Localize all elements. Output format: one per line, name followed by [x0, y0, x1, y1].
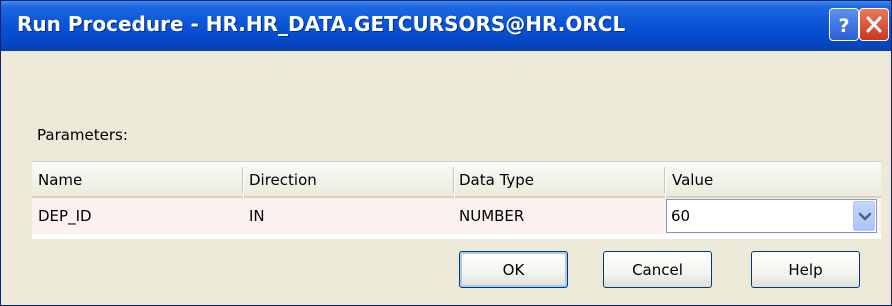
help-button[interactable]: Help: [751, 251, 860, 288]
parameters-label: Parameters:: [37, 126, 128, 144]
svg-text:?: ?: [838, 15, 849, 37]
param-data-type-cell: NUMBER: [459, 207, 525, 225]
question-mark-icon: ?: [838, 15, 849, 37]
param-value-combobox[interactable]: 60: [666, 199, 877, 233]
close-x-icon: [866, 16, 882, 33]
column-header-direction[interactable]: Direction: [244, 162, 454, 198]
parameters-grid: Name Direction Data Type Value DEP_ID IN…: [32, 161, 881, 239]
ok-button[interactable]: OK: [459, 251, 568, 288]
chevron-down-icon: [858, 212, 872, 221]
window-title: Run Procedure - HR.HR_DATA.GETCURSORS@HR…: [17, 12, 626, 36]
column-header-label: Direction: [249, 171, 317, 189]
cancel-button[interactable]: Cancel: [603, 251, 712, 288]
column-header-value[interactable]: Value: [666, 162, 881, 198]
dropdown-button[interactable]: [853, 201, 875, 231]
help-titlebar-button[interactable]: ?: [829, 8, 859, 41]
column-header-label: Data Type: [459, 171, 535, 189]
param-value-text[interactable]: 60: [671, 207, 690, 225]
column-header-data-type[interactable]: Data Type: [455, 162, 665, 198]
column-header-label: Name: [38, 171, 83, 189]
param-direction-cell: IN: [249, 207, 265, 225]
column-header-label: Value: [672, 171, 714, 189]
close-button[interactable]: [859, 8, 889, 41]
title-bar[interactable]: Run Procedure - HR.HR_DATA.GETCURSORS@HR…: [1, 1, 891, 51]
param-name-cell: DEP_ID: [38, 207, 92, 225]
run-procedure-dialog: Run Procedure - HR.HR_DATA.GETCURSORS@HR…: [0, 0, 892, 306]
column-header-name[interactable]: Name: [32, 162, 243, 198]
